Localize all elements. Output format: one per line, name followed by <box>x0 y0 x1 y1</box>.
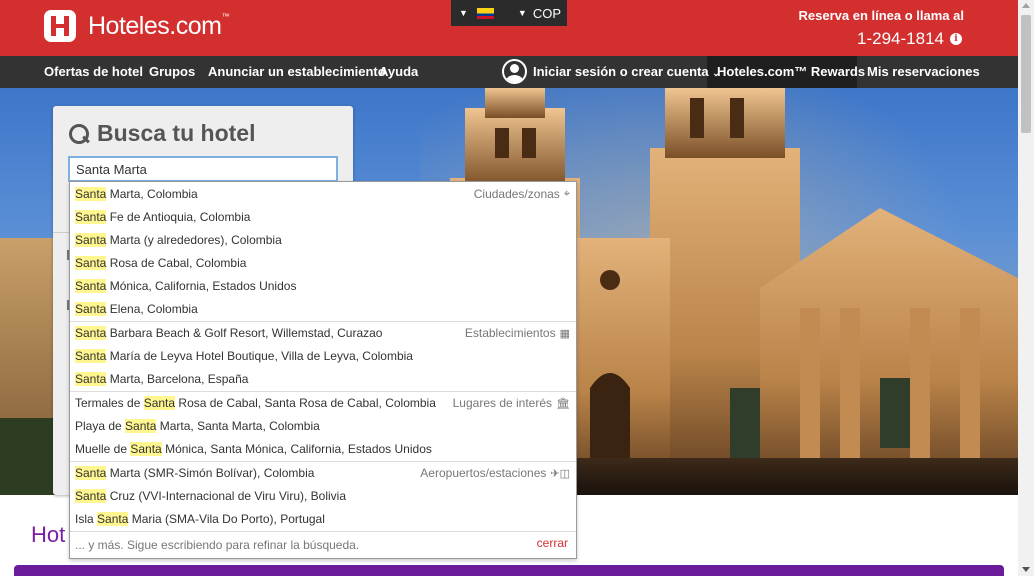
user-avatar-icon[interactable] <box>502 59 527 84</box>
suggestion-item[interactable]: Playa de Santa Marta, Santa Marta, Colom… <box>75 419 320 433</box>
suggestion-item[interactable]: Santa Marta, Colombia <box>75 187 198 201</box>
hotel-h-icon <box>44 10 76 42</box>
category-landmarks: Lugares de interés 🏛 <box>452 396 570 410</box>
rewards-link[interactable]: Hoteles.com™ Rewards <box>717 56 865 88</box>
info-icon[interactable]: i <box>950 33 962 45</box>
scroll-down-arrow-icon[interactable] <box>1022 567 1030 572</box>
suggestion-item[interactable]: Termales de Santa Rosa de Cabal, Santa R… <box>75 396 436 410</box>
section-title: Hot <box>31 522 66 547</box>
search-title: Busca tu hotel <box>68 120 255 147</box>
phone-number: 1-294-1814 i <box>857 29 962 49</box>
building-icon: ▦ <box>559 327 570 340</box>
category-cities: Ciudades/zonas ⌖ <box>473 187 570 201</box>
suggestion-item[interactable]: Santa Barbara Beach & Golf Resort, Wille… <box>75 326 382 340</box>
hoteles-logo[interactable]: Hoteles.com™ <box>44 10 229 42</box>
currency-selector[interactable]: COP <box>533 6 561 21</box>
scroll-up-arrow-icon[interactable] <box>1022 3 1030 8</box>
suggestion-item[interactable]: Muelle de Santa Mónica, Santa Mónica, Ca… <box>75 442 432 456</box>
destination-input[interactable] <box>68 156 338 182</box>
landmark-icon: 🏛 <box>556 397 570 410</box>
plane-bus-icon: ✈◫ <box>550 467 570 480</box>
nav-grupos[interactable]: Grupos <box>149 56 195 88</box>
category-properties: Establecimientos ▦ <box>464 326 570 340</box>
search-icon <box>68 123 90 145</box>
suggestion-item[interactable]: Santa Marta, Barcelona, España <box>75 372 248 386</box>
suggestion-item[interactable]: Isla Santa Maria (SMA-Vila Do Porto), Po… <box>75 512 325 526</box>
suggestion-item[interactable]: Santa María de Leyva Hotel Boutique, Vil… <box>75 349 413 363</box>
suggestion-item[interactable]: Santa Elena, Colombia <box>75 302 198 316</box>
crosshair-icon: ⌖ <box>563 187 570 200</box>
suggestion-item[interactable]: Santa Cruz (VVI-Internacional de Viru Vi… <box>75 489 346 503</box>
scroll-thumb[interactable] <box>1021 15 1031 133</box>
reservations-link[interactable]: Mis reservaciones <box>867 56 980 88</box>
close-suggestions-link[interactable]: cerrar <box>537 536 568 550</box>
logo-text: Hoteles.com™ <box>88 11 229 40</box>
nav-anunciar[interactable]: Anunciar un establecimiento <box>208 56 386 88</box>
suggestion-item[interactable]: Santa Rosa de Cabal, Colombia <box>75 256 246 270</box>
chevron-down-icon[interactable]: ▼ <box>459 8 468 18</box>
nav-ayuda[interactable]: Ayuda <box>379 56 418 88</box>
category-airports: Aeropuertos/estaciones ✈◫ <box>420 466 570 480</box>
top-header: Hoteles.com™ ▼ ▼ COP Reserva en línea o … <box>0 0 1018 56</box>
chevron-down-icon[interactable]: ▼ <box>518 8 527 18</box>
suggestions-dropdown: Ciudades/zonas ⌖ Santa Marta, Colombia Sa… <box>69 181 577 559</box>
page-scrollbar[interactable] <box>1018 0 1034 576</box>
reserve-text: Reserva en línea o llama al <box>798 8 964 23</box>
signin-link[interactable]: Iniciar sesión o crear cuenta ⌄ <box>533 56 720 88</box>
more-results-hint: ... y más. Sigue escribiendo para refina… <box>75 538 360 552</box>
colombia-flag-icon[interactable] <box>476 7 494 19</box>
suggestion-item[interactable]: Santa Marta (y alrededores), Colombia <box>75 233 282 247</box>
promo-band <box>14 565 1004 576</box>
nav-ofertas[interactable]: Ofertas de hotel <box>44 56 143 88</box>
locale-selector[interactable]: ▼ ▼ COP <box>451 0 567 26</box>
suggestion-item[interactable]: Santa Marta (SMR-Simón Bolívar), Colombi… <box>75 466 314 480</box>
suggestion-item[interactable]: Santa Fe de Antioquia, Colombia <box>75 210 250 224</box>
suggestion-item[interactable]: Santa Mónica, California, Estados Unidos <box>75 279 296 293</box>
